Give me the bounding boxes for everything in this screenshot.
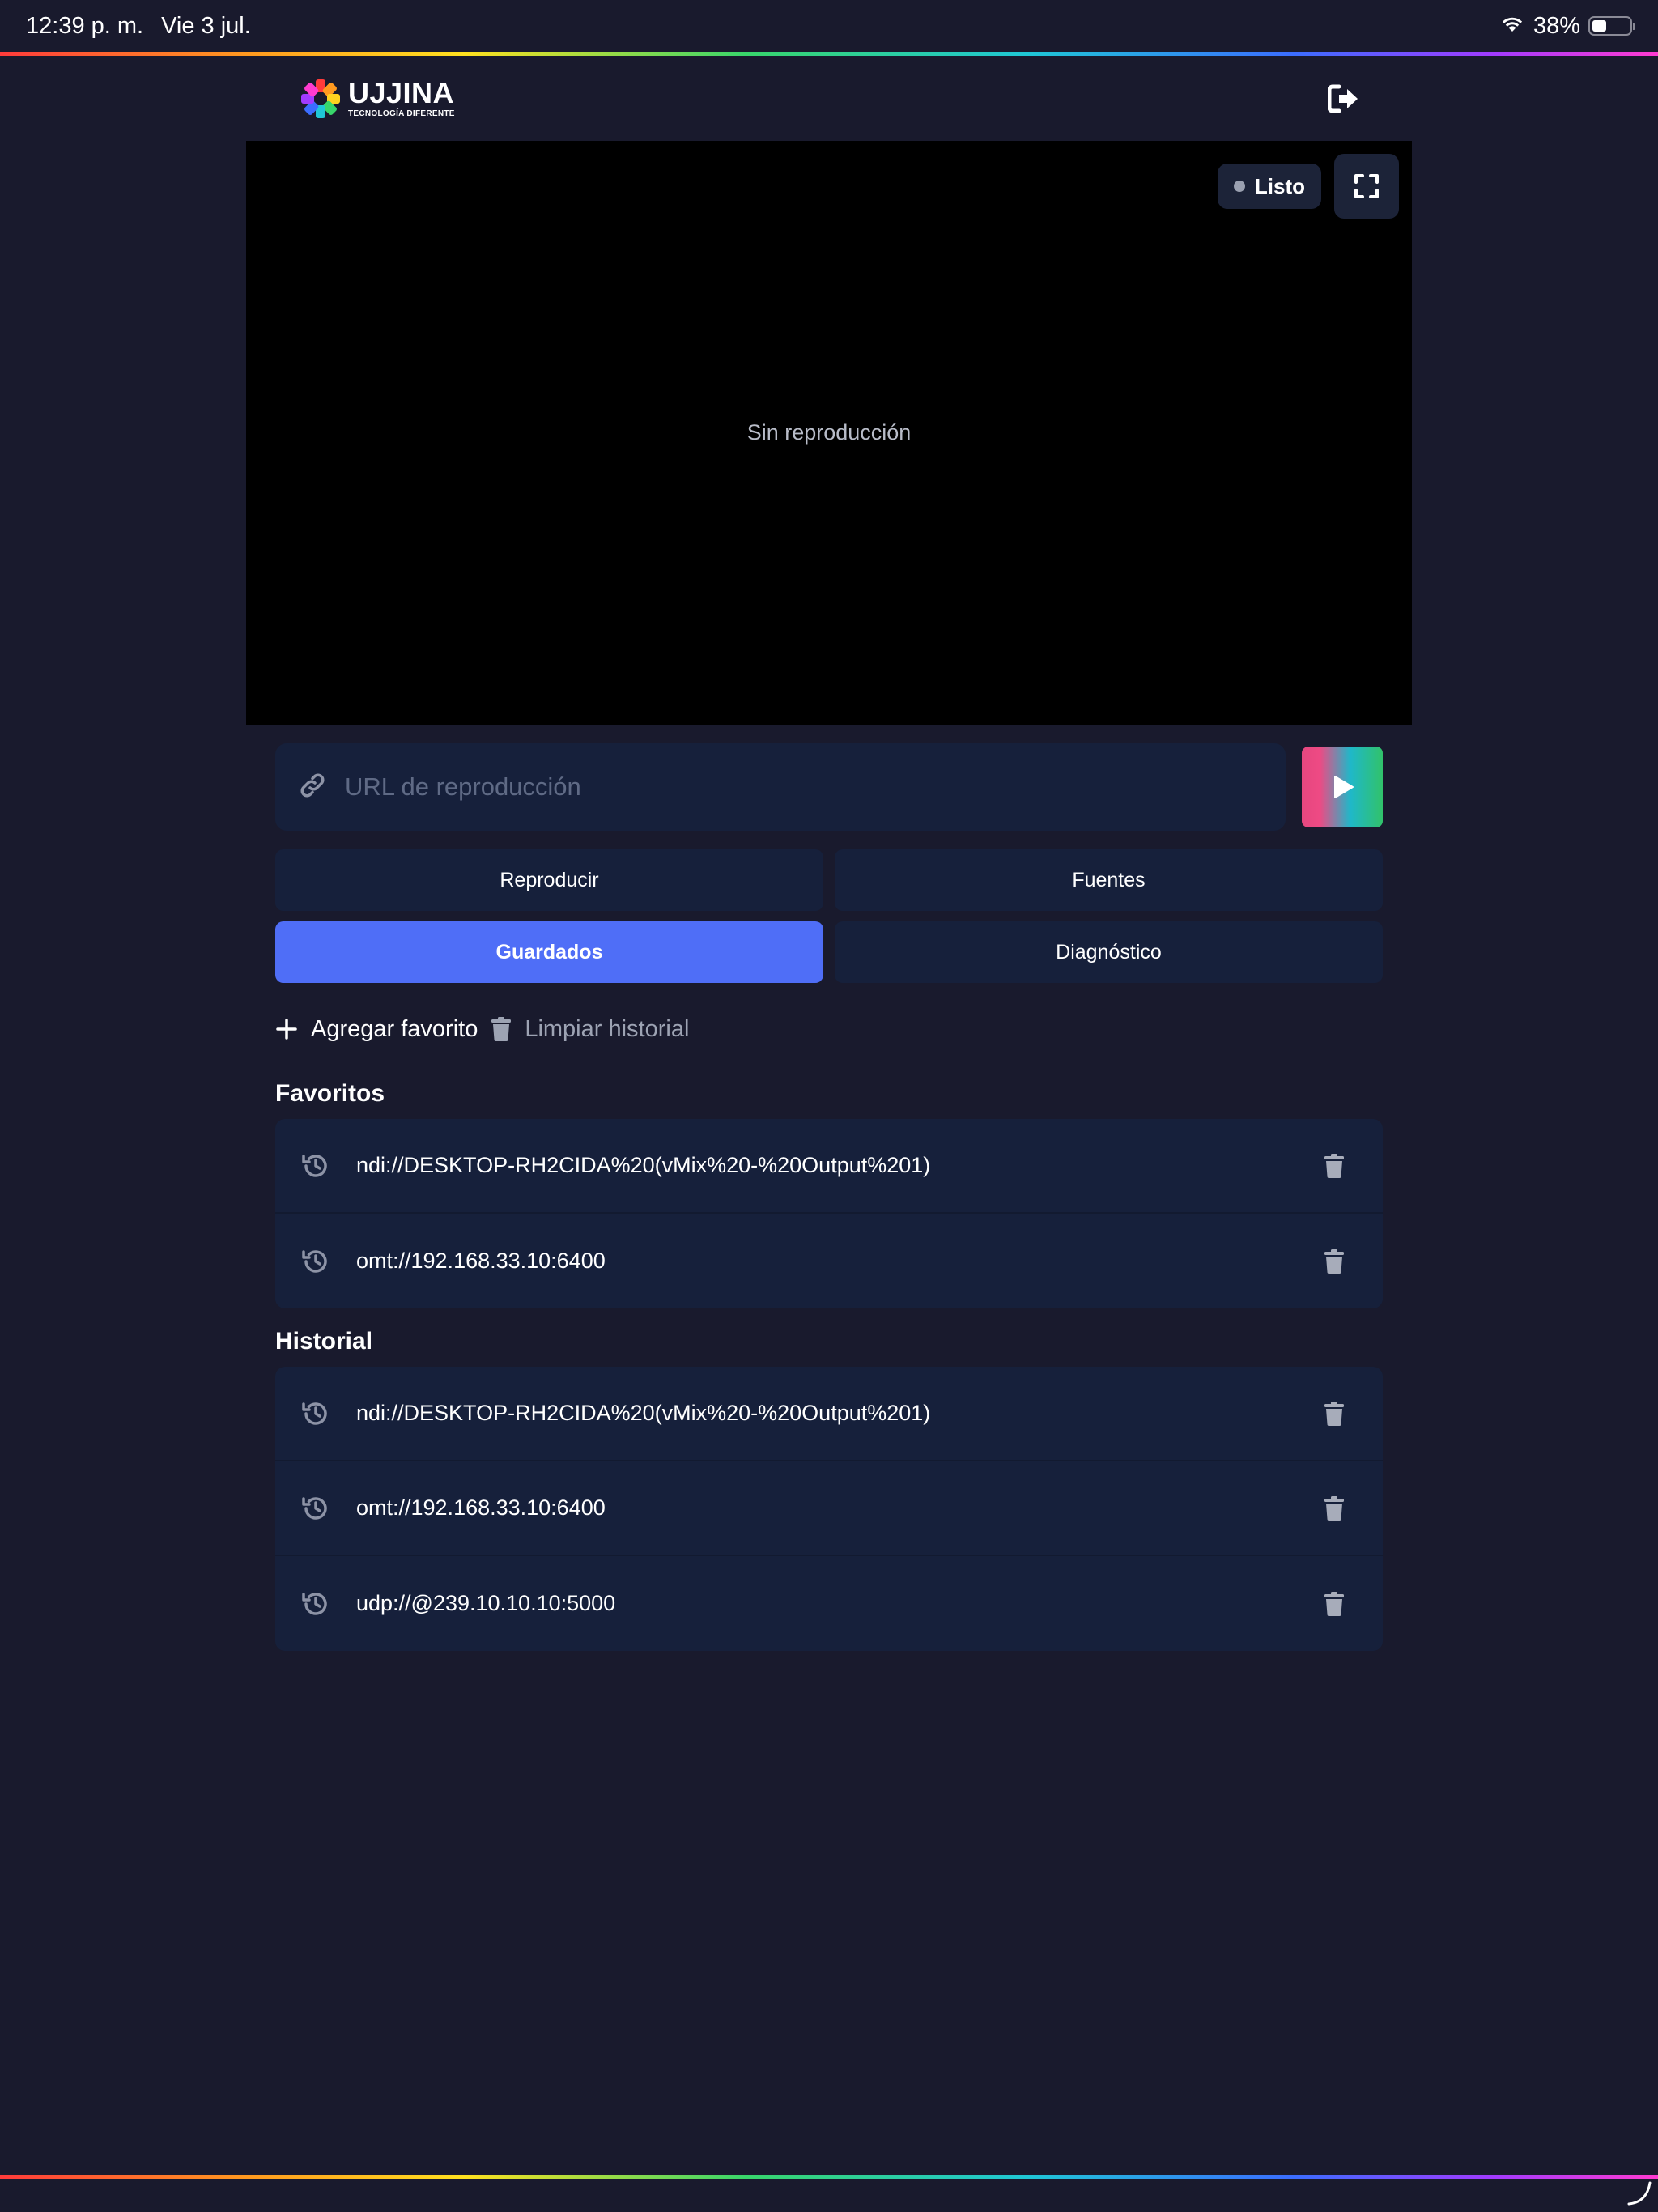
history-icon	[300, 1150, 332, 1182]
history-list: ndi://DESKTOP-RH2CIDA%20(vMix%20-%20Outp…	[275, 1367, 1383, 1651]
history-item[interactable]: ndi://DESKTOP-RH2CIDA%20(vMix%20-%20Outp…	[275, 1367, 1383, 1461]
status-bar: 12:39 p. m. Vie 3 jul. 38%	[0, 0, 1658, 52]
video-player[interactable]: Sin reproducción Listo	[246, 141, 1412, 725]
play-button[interactable]	[1302, 747, 1383, 827]
favorite-url: omt://192.168.33.10:6400	[356, 1249, 606, 1273]
trash-icon	[1324, 1249, 1344, 1274]
player-status-label: Listo	[1254, 173, 1305, 198]
status-time: 12:39 p. m.	[26, 12, 144, 39]
play-icon	[1334, 776, 1354, 798]
delete-favorite-button[interactable]	[1318, 1150, 1350, 1182]
favorite-item[interactable]: ndi://DESKTOP-RH2CIDA%20(vMix%20-%20Outp…	[275, 1119, 1383, 1214]
corner-indicator-icon	[1627, 2181, 1652, 2206]
trash-icon	[1324, 1401, 1344, 1426]
trash-icon	[1324, 1495, 1344, 1521]
app-header: UJJINA TECNOLOGÍA DIFERENTE	[246, 56, 1412, 141]
logo: UJJINA TECNOLOGÍA DIFERENTE	[300, 78, 455, 120]
url-input[interactable]	[345, 772, 1263, 802]
delete-history-button[interactable]	[1318, 1588, 1350, 1620]
logo-mark-icon	[301, 79, 340, 118]
history-url: omt://192.168.33.10:6400	[356, 1495, 606, 1520]
status-date: Vie 3 jul.	[161, 12, 251, 39]
battery-percent: 38%	[1533, 12, 1580, 39]
trash-icon	[491, 1017, 512, 1041]
history-title: Historial	[275, 1328, 373, 1355]
history-icon	[300, 1245, 332, 1278]
history-url: ndi://DESKTOP-RH2CIDA%20(vMix%20-%20Outp…	[356, 1401, 931, 1425]
battery-level	[1592, 20, 1606, 32]
fullscreen-button[interactable]	[1334, 154, 1399, 219]
history-url: udp://@239.10.10.10:5000	[356, 1591, 616, 1615]
logo-text: UJJINA TECNOLOGÍA DIFERENTE	[348, 79, 455, 118]
tab-diagnostico[interactable]: Diagnóstico	[835, 921, 1383, 983]
saved-actions: Agregar favorito Limpiar historial	[275, 1009, 689, 1049]
delete-history-button[interactable]	[1318, 1397, 1350, 1430]
clear-history-button[interactable]: Limpiar historial	[491, 1016, 689, 1043]
tab-bar: Reproducir Fuentes Guardados Diagnóstico	[275, 849, 1383, 983]
delete-favorite-button[interactable]	[1318, 1245, 1350, 1278]
rainbow-bar-bottom	[0, 2175, 1658, 2179]
logout-button[interactable]	[1324, 79, 1363, 118]
trash-icon	[1324, 1153, 1344, 1178]
status-right: 38%	[1499, 12, 1635, 40]
url-input-wrapper[interactable]	[275, 743, 1286, 831]
player-status-badge: Listo	[1217, 164, 1321, 209]
favorite-item[interactable]: omt://192.168.33.10:6400	[275, 1214, 1383, 1308]
status-dot	[1233, 181, 1245, 192]
delete-history-button[interactable]	[1318, 1492, 1350, 1525]
no-playback-text: Sin reproducción	[746, 420, 912, 445]
plus-icon	[276, 1019, 297, 1040]
link-icon	[298, 771, 327, 804]
add-favorite-button[interactable]: Agregar favorito	[275, 1016, 478, 1043]
history-icon	[300, 1397, 332, 1430]
tab-fuentes[interactable]: Fuentes	[835, 849, 1383, 911]
tab-reproducir[interactable]: Reproducir	[275, 849, 823, 911]
tab-guardados[interactable]: Guardados	[275, 921, 823, 983]
history-item[interactable]: omt://192.168.33.10:6400	[275, 1461, 1383, 1556]
clear-history-label: Limpiar historial	[525, 1015, 690, 1042]
logo-subtitle: TECNOLOGÍA DIFERENTE	[348, 109, 455, 118]
battery-icon	[1588, 16, 1635, 36]
history-item[interactable]: udp://@239.10.10.10:5000	[275, 1556, 1383, 1651]
favorites-title: Favoritos	[275, 1080, 385, 1107]
status-left: 12:39 p. m. Vie 3 jul.	[26, 13, 251, 40]
history-icon	[300, 1588, 332, 1620]
logo-title: UJJINA	[348, 76, 455, 109]
history-icon	[300, 1492, 332, 1525]
favorite-url: ndi://DESKTOP-RH2CIDA%20(vMix%20-%20Outp…	[356, 1153, 931, 1177]
fullscreen-icon	[1354, 174, 1379, 198]
wifi-icon	[1499, 13, 1525, 40]
add-favorite-label: Agregar favorito	[311, 1015, 478, 1042]
trash-icon	[1324, 1591, 1344, 1616]
favorites-list: ndi://DESKTOP-RH2CIDA%20(vMix%20-%20Outp…	[275, 1119, 1383, 1308]
url-row	[275, 743, 1383, 831]
logout-icon	[1328, 84, 1358, 113]
app-screen: 12:39 p. m. Vie 3 jul. 38% UJJINA TECNOL…	[0, 0, 1658, 2212]
